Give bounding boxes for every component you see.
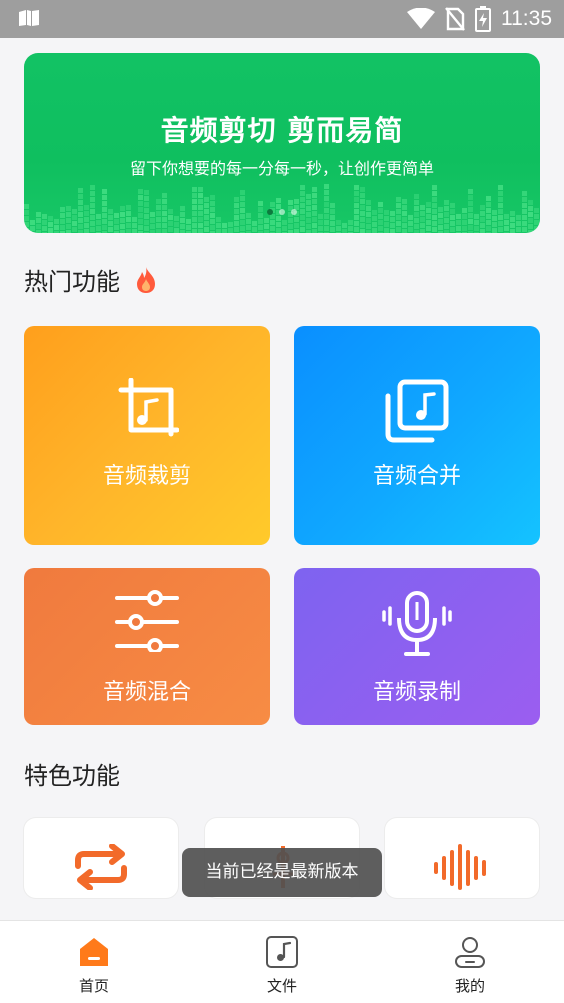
no-sim-icon xyxy=(445,7,465,31)
mixer-sliders-icon xyxy=(115,590,179,652)
merge-music-icon xyxy=(385,379,449,443)
clock-time: 11:35 xyxy=(501,7,552,30)
special-section-title: 特色功能 xyxy=(24,762,120,790)
waveform-icon xyxy=(434,844,486,890)
flame-icon xyxy=(137,267,155,293)
promo-banner[interactable]: 音频剪切 剪而易简 留下你想要的每一分每一秒，让创作更简单 xyxy=(24,53,540,233)
notification-book-icon xyxy=(19,10,39,26)
feature-card-audio-merge[interactable]: 音频合并 xyxy=(294,326,540,545)
bottom-navigation: 首页 文件 我的 xyxy=(0,920,564,1003)
nav-label: 首页 xyxy=(78,977,109,995)
pager-dot[interactable] xyxy=(279,209,285,215)
pager-dot[interactable] xyxy=(267,209,273,215)
wifi-icon xyxy=(407,8,435,29)
crop-music-icon xyxy=(118,378,179,437)
status-bar: 11:35 xyxy=(0,0,564,38)
special-item-waveform[interactable] xyxy=(385,818,539,898)
repeat-icon xyxy=(75,844,127,890)
microphone-icon xyxy=(382,591,452,656)
toast-message: 当前已经是最新版本 xyxy=(182,848,382,897)
banner-subtitle: 留下你想要的每一分每一秒，让创作更简单 xyxy=(129,159,434,178)
nav-item-files[interactable]: 文件 xyxy=(188,921,376,1003)
hot-section-title: 热门功能 xyxy=(24,268,120,296)
music-file-icon xyxy=(266,936,298,968)
feature-card-audio-record[interactable]: 音频录制 xyxy=(294,568,540,725)
nav-item-home[interactable]: 首页 xyxy=(0,921,188,1003)
feature-label: 音频裁剪 xyxy=(102,464,191,489)
banner-title: 音频剪切 剪而易简 xyxy=(160,114,404,147)
home-icon xyxy=(80,938,108,966)
feature-label: 音频录制 xyxy=(372,680,461,705)
nav-label: 文件 xyxy=(266,977,297,995)
special-item-repeat[interactable] xyxy=(24,818,178,898)
feature-card-audio-crop[interactable]: 音频裁剪 xyxy=(24,326,270,545)
equalizer-decoration xyxy=(24,184,539,233)
pager-dot[interactable] xyxy=(291,209,297,215)
battery-charging-icon xyxy=(475,6,491,32)
feature-label: 音频混合 xyxy=(102,680,191,705)
profile-icon xyxy=(455,937,485,968)
nav-label: 我的 xyxy=(454,977,485,995)
feature-card-audio-mix[interactable]: 音频混合 xyxy=(24,568,270,725)
feature-label: 音频合并 xyxy=(372,464,461,489)
nav-item-profile[interactable]: 我的 xyxy=(376,921,564,1003)
banner-pager-dots xyxy=(0,209,564,215)
